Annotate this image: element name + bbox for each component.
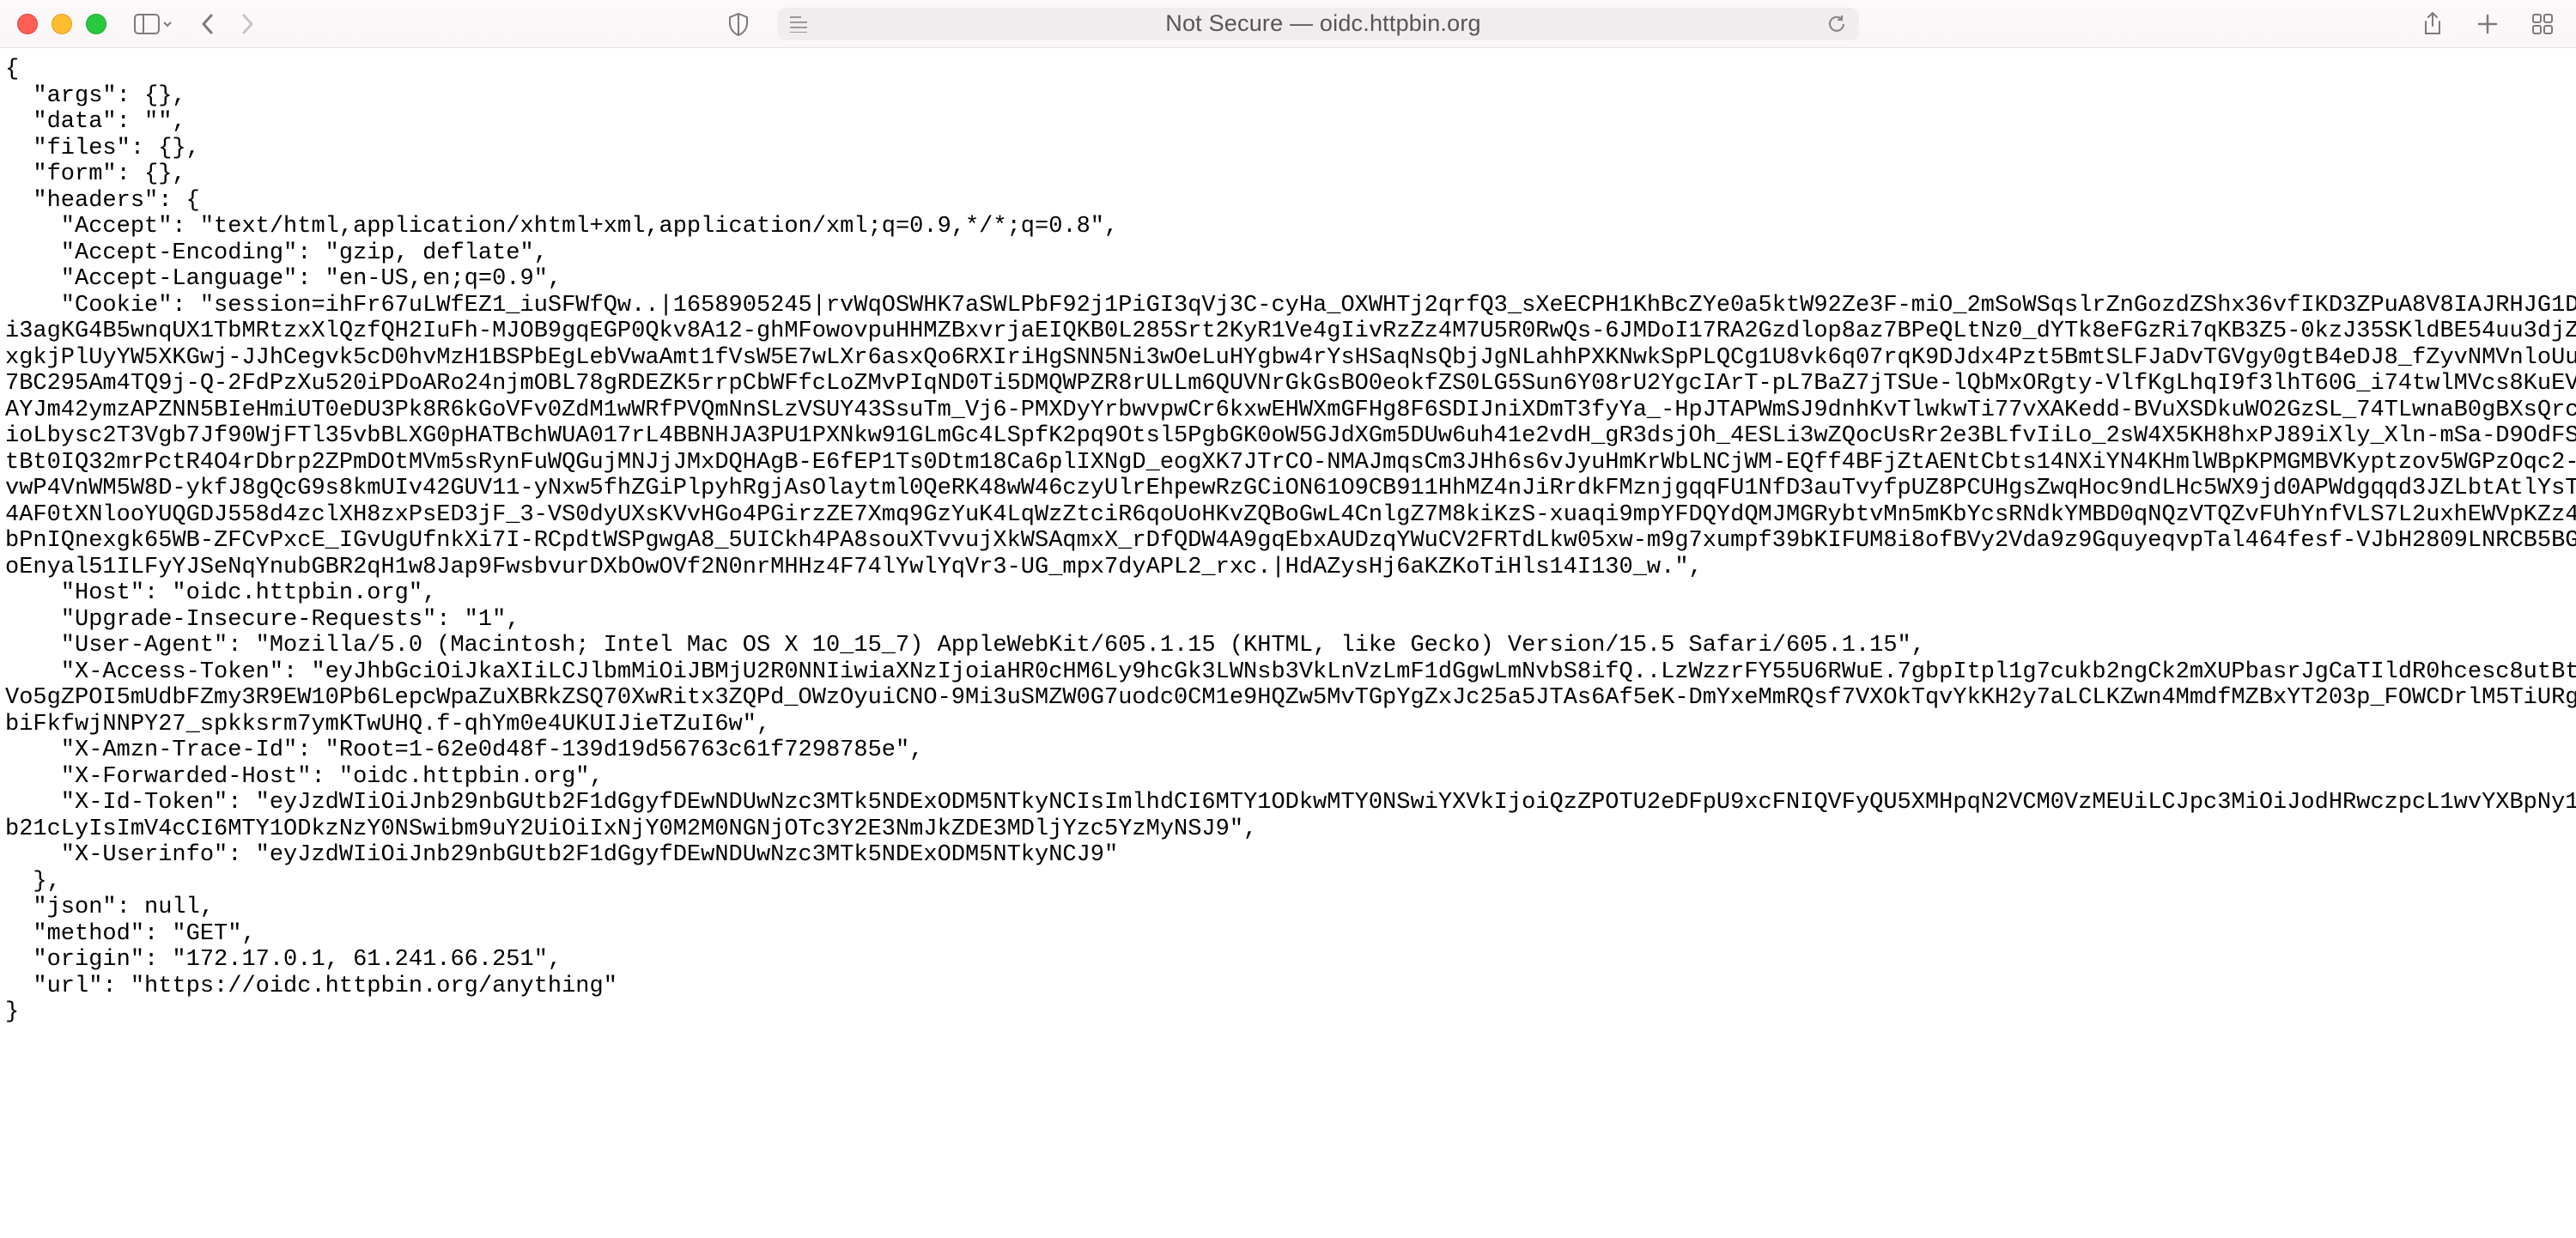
address-bar[interactable]: Not Secure — oidc.httpbin.org (777, 8, 1859, 40)
chevron-down-icon (162, 19, 173, 29)
back-button[interactable] (191, 8, 224, 40)
reload-button[interactable] (1826, 14, 1847, 34)
maximize-window-button[interactable] (86, 14, 106, 34)
minimize-window-button[interactable] (52, 14, 72, 34)
shield-icon (727, 12, 750, 36)
grid-icon (2531, 13, 2554, 35)
forward-button[interactable] (231, 8, 264, 40)
privacy-shield-button[interactable] (722, 8, 755, 40)
tab-overview-button[interactable] (2526, 8, 2559, 40)
share-icon (2421, 11, 2444, 37)
response-body-json: { "args": {}, "data": "", "files": {}, "… (0, 48, 2576, 1026)
share-button[interactable] (2416, 8, 2449, 40)
chevron-right-icon (240, 12, 255, 36)
address-text: Not Secure — oidc.httpbin.org (820, 10, 1826, 37)
sidebar-icon (134, 14, 160, 34)
new-tab-button[interactable] (2471, 8, 2504, 40)
window-controls (17, 14, 106, 34)
browser-toolbar: Not Secure — oidc.httpbin.org (0, 0, 2576, 48)
chevron-left-icon (200, 12, 216, 36)
sidebar-toggle-button[interactable] (134, 14, 173, 34)
reader-mode-icon[interactable] (789, 15, 808, 33)
plus-icon (2476, 13, 2499, 35)
close-window-button[interactable] (17, 14, 38, 34)
